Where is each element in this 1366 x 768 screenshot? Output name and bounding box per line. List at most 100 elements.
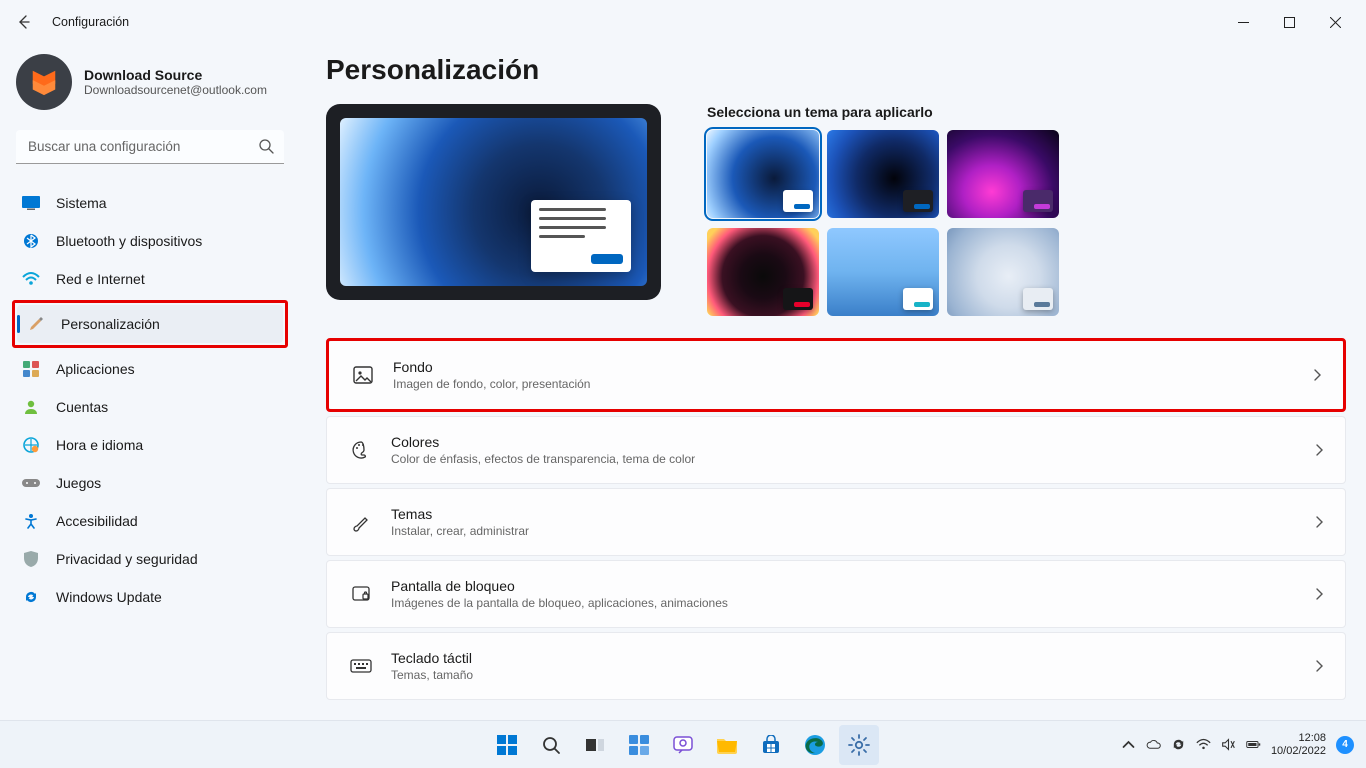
folder-icon xyxy=(716,735,738,755)
maximize-icon xyxy=(1284,17,1295,28)
sidebar-item-label: Personalización xyxy=(61,316,160,332)
card-title: Fondo xyxy=(393,359,1311,375)
profile-block[interactable]: Download Source Downloadsourcenet@outloo… xyxy=(12,48,288,128)
sidebar-item-time-language[interactable]: Hora e idioma xyxy=(12,426,288,464)
card-subtitle: Imagen de fondo, color, presentación xyxy=(393,377,1311,391)
taskbar-settings[interactable] xyxy=(839,725,879,765)
card-themes[interactable]: TemasInstalar, crear, administrar xyxy=(326,488,1346,556)
taskbar-widgets[interactable] xyxy=(619,725,659,765)
sidebar-item-label: Red e Internet xyxy=(56,271,145,287)
taskbar-chat[interactable] xyxy=(663,725,703,765)
minimize-button[interactable] xyxy=(1220,6,1266,38)
onedrive-icon[interactable] xyxy=(1146,737,1161,752)
sidebar-item-network[interactable]: Red e Internet xyxy=(12,260,288,298)
sidebar-item-label: Windows Update xyxy=(56,589,162,605)
sidebar-item-accounts[interactable]: Cuentas xyxy=(12,388,288,426)
taskbar-explorer[interactable] xyxy=(707,725,747,765)
wifi-tray-icon[interactable] xyxy=(1196,737,1211,752)
theme-tile-1[interactable] xyxy=(707,130,819,218)
search-box xyxy=(16,130,284,164)
theme-tile-3[interactable] xyxy=(947,130,1059,218)
card-touch-keyboard[interactable]: Teclado táctilTemas, tamaño xyxy=(326,632,1346,700)
windows-icon xyxy=(496,734,518,756)
arrow-left-icon xyxy=(16,14,32,30)
card-colors[interactable]: Colores Color de énfasis, efectos de tran… xyxy=(326,416,1346,484)
card-title: Pantalla de bloqueo xyxy=(391,578,1313,594)
tray-time: 12:08 xyxy=(1271,732,1326,745)
maximize-button[interactable] xyxy=(1266,6,1312,38)
card-title: Colores xyxy=(391,434,1313,450)
tray-chevron-up-icon[interactable] xyxy=(1121,737,1136,752)
minimize-icon xyxy=(1238,17,1249,28)
search-icon xyxy=(258,138,274,154)
window-title: Configuración xyxy=(52,15,129,29)
card-subtitle: Instalar, crear, administrar xyxy=(391,524,1313,538)
sidebar-item-windows-update[interactable]: Windows Update xyxy=(12,578,288,616)
card-background[interactable]: Fondo Imagen de fondo, color, presentació… xyxy=(329,341,1343,409)
paintbrush-icon xyxy=(25,316,47,332)
store-icon xyxy=(761,735,781,755)
sidebar-item-label: Privacidad y seguridad xyxy=(56,551,198,567)
sidebar-item-personalization[interactable]: Personalización xyxy=(17,305,283,343)
search-input[interactable] xyxy=(16,130,284,164)
chevron-right-icon xyxy=(1313,660,1325,672)
taskview-icon xyxy=(585,735,605,755)
card-lockscreen[interactable]: Pantalla de bloqueoImágenes de la pantal… xyxy=(326,560,1346,628)
chevron-right-icon xyxy=(1313,588,1325,600)
keyboard-icon xyxy=(347,659,375,673)
sidebar-item-system[interactable]: Sistema xyxy=(12,184,288,222)
sidebar-item-label: Cuentas xyxy=(56,399,108,415)
gamepad-icon xyxy=(20,477,42,489)
theme-tile-6[interactable] xyxy=(947,228,1059,316)
taskbar-store[interactable] xyxy=(751,725,791,765)
picture-icon xyxy=(349,365,377,385)
card-subtitle: Color de énfasis, efectos de transparenc… xyxy=(391,452,1313,466)
edge-icon xyxy=(804,734,826,756)
tray-date: 10/02/2022 xyxy=(1271,745,1326,758)
theme-picker: Selecciona un tema para aplicarlo xyxy=(707,104,1059,316)
search-icon xyxy=(541,735,561,755)
sidebar-item-label: Sistema xyxy=(56,195,107,211)
close-button[interactable] xyxy=(1312,6,1358,38)
avatar xyxy=(16,54,72,110)
lockscreen-icon xyxy=(347,584,375,604)
page-title: Personalización xyxy=(326,54,1346,86)
gear-icon xyxy=(848,734,870,756)
sidebar-item-bluetooth[interactable]: Bluetooth y dispositivos xyxy=(12,222,288,260)
close-icon xyxy=(1330,17,1341,28)
taskbar-search[interactable] xyxy=(531,725,571,765)
highlight-fondo: Fondo Imagen de fondo, color, presentació… xyxy=(326,338,1346,412)
theme-tile-4[interactable] xyxy=(707,228,819,316)
sidebar-item-label: Bluetooth y dispositivos xyxy=(56,233,202,249)
sidebar-item-gaming[interactable]: Juegos xyxy=(12,464,288,502)
titlebar: Configuración xyxy=(0,0,1366,44)
tray-clock[interactable]: 12:08 10/02/2022 xyxy=(1271,732,1326,757)
brush-icon xyxy=(347,512,375,532)
start-button[interactable] xyxy=(487,725,527,765)
theme-tile-2[interactable] xyxy=(827,130,939,218)
update-tray-icon[interactable] xyxy=(1171,737,1186,752)
chevron-right-icon xyxy=(1311,369,1323,381)
update-icon xyxy=(20,589,42,605)
volume-tray-icon[interactable] xyxy=(1221,737,1236,752)
wifi-icon xyxy=(20,272,42,286)
accessibility-icon xyxy=(20,513,42,529)
taskbar-taskview[interactable] xyxy=(575,725,615,765)
system-icon xyxy=(20,196,42,210)
back-button[interactable] xyxy=(8,6,40,38)
globe-clock-icon xyxy=(20,437,42,453)
nav-list: Sistema Bluetooth y dispositivos Red e I… xyxy=(12,184,288,616)
sidebar-item-label: Juegos xyxy=(56,475,101,491)
chat-icon xyxy=(672,734,694,756)
theme-picker-label: Selecciona un tema para aplicarlo xyxy=(707,104,1059,120)
theme-tile-5[interactable] xyxy=(827,228,939,316)
sidebar-item-apps[interactable]: Aplicaciones xyxy=(12,350,288,388)
battery-tray-icon[interactable] xyxy=(1246,737,1261,752)
settings-list: Fondo Imagen de fondo, color, presentació… xyxy=(326,338,1346,700)
notification-badge[interactable]: 4 xyxy=(1336,736,1354,754)
sidebar-item-privacy[interactable]: Privacidad y seguridad xyxy=(12,540,288,578)
sidebar-item-accessibility[interactable]: Accesibilidad xyxy=(12,502,288,540)
chevron-right-icon xyxy=(1313,444,1325,456)
taskbar-edge[interactable] xyxy=(795,725,835,765)
sidebar: Download Source Downloadsourcenet@outloo… xyxy=(0,44,300,720)
